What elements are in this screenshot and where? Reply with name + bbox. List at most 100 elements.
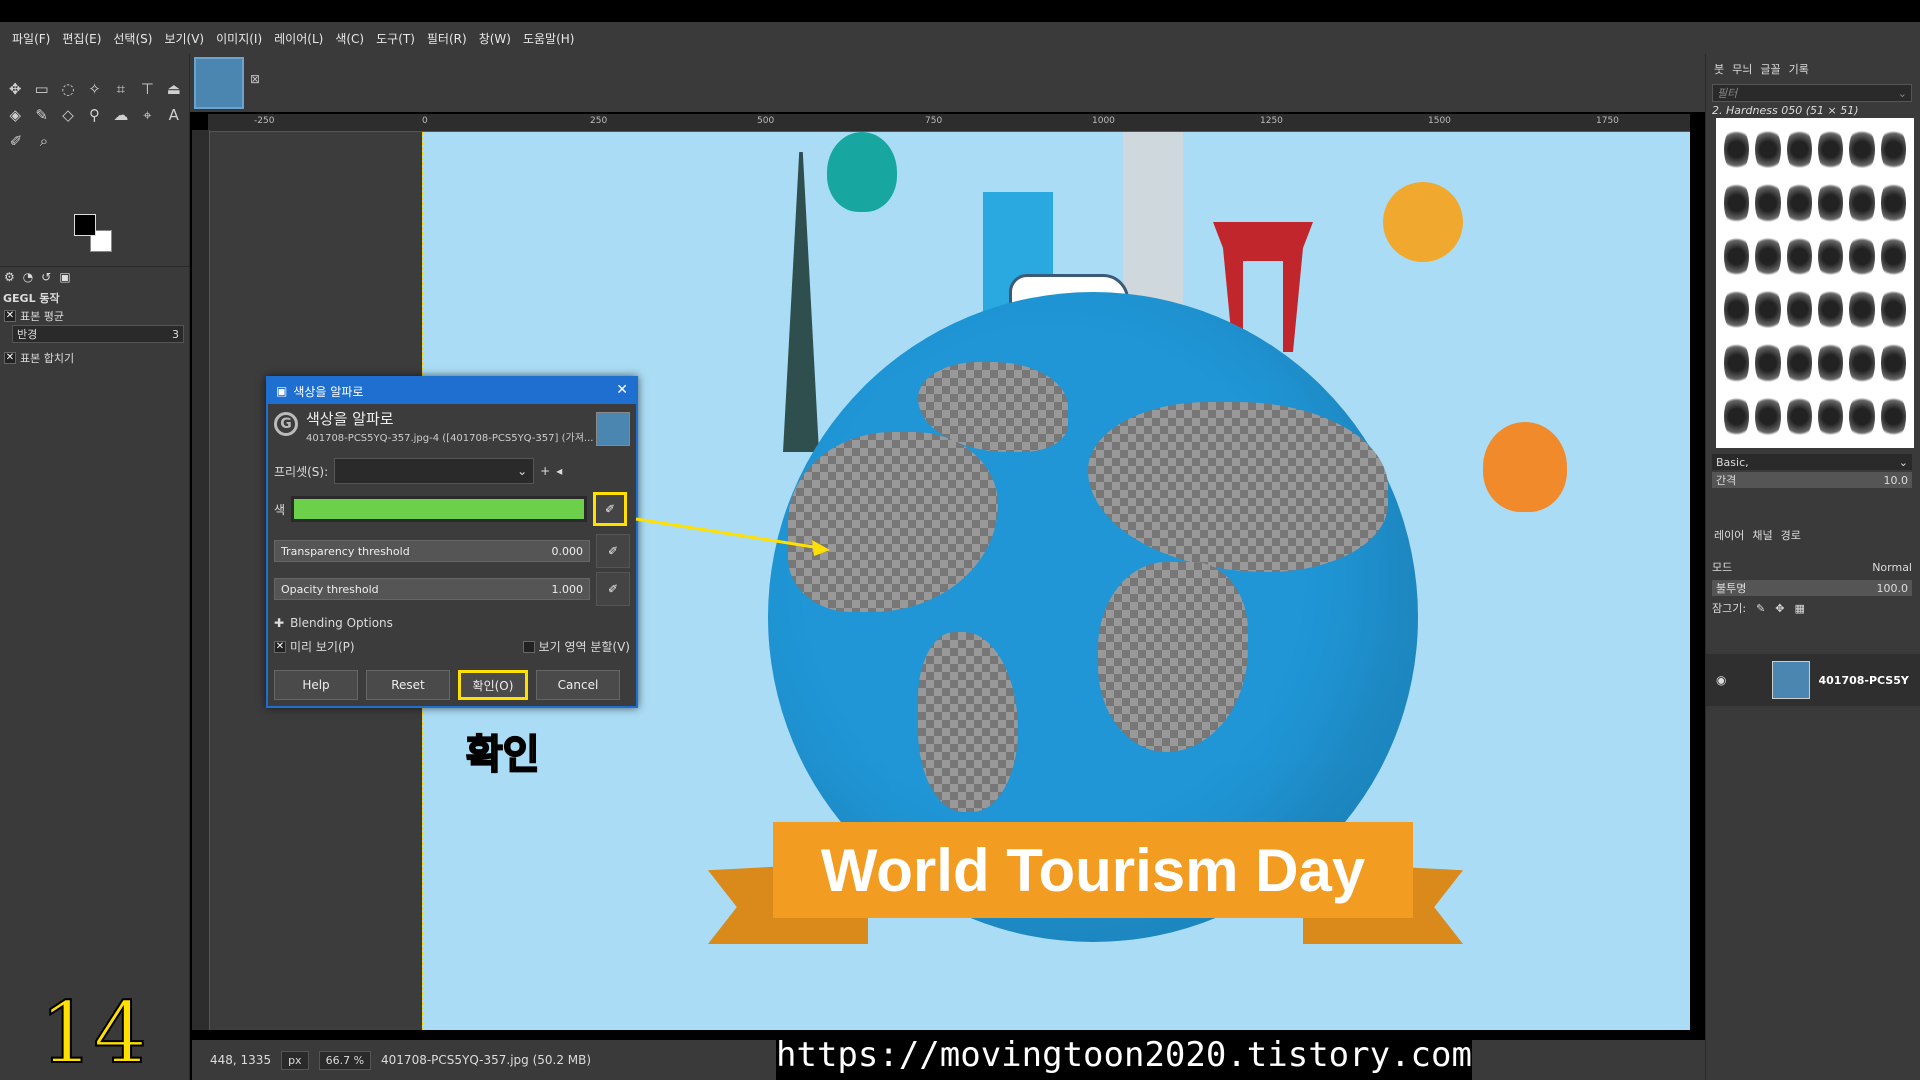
- unit-select[interactable]: px: [281, 1050, 309, 1070]
- rect-select-icon[interactable]: ▭: [32, 79, 50, 99]
- zoom-icon[interactable]: ⌕: [34, 131, 54, 151]
- tab-paths[interactable]: 경로: [1781, 527, 1801, 543]
- tab-history[interactable]: 기록: [1789, 61, 1809, 77]
- preview-checkbox[interactable]: ✕: [274, 640, 286, 653]
- layer-row[interactable]: ◉ 401708-PCS5Y: [1706, 654, 1920, 706]
- path-icon[interactable]: ⌖: [138, 105, 156, 125]
- brush-item[interactable]: [1786, 392, 1812, 440]
- brush-item[interactable]: [1880, 285, 1906, 334]
- brush-item[interactable]: [1818, 339, 1844, 387]
- foreground-color[interactable]: [74, 214, 96, 236]
- paintbrush-icon[interactable]: ✎: [32, 105, 50, 125]
- eraser-icon[interactable]: ◇: [59, 105, 77, 125]
- radius-spinner[interactable]: 반경 3: [12, 325, 184, 343]
- close-icon[interactable]: ✕: [616, 382, 628, 398]
- transparency-threshold-slider[interactable]: Transparency threshold 0.000: [274, 540, 590, 562]
- brush-preset-select[interactable]: Basic, ⌄: [1712, 454, 1912, 470]
- menu-layer[interactable]: 레이어(L): [268, 30, 329, 47]
- brush-item[interactable]: [1786, 232, 1812, 280]
- brush-item[interactable]: [1724, 232, 1750, 280]
- menu-colors[interactable]: 색(C): [329, 30, 370, 47]
- transform-icon[interactable]: ⊤: [138, 79, 156, 99]
- brush-item[interactable]: [1849, 126, 1875, 174]
- brush-item[interactable]: [1724, 179, 1750, 227]
- blending-options-row[interactable]: ✚ Blending Options: [274, 616, 634, 630]
- sample-average-row[interactable]: ✕ 표본 평균: [4, 308, 184, 324]
- tab-layers[interactable]: 레이어: [1714, 527, 1744, 543]
- opacity-threshold-slider[interactable]: Opacity threshold 1.000: [274, 578, 590, 600]
- brush-item[interactable]: [1880, 179, 1906, 227]
- brush-item[interactable]: [1818, 392, 1844, 440]
- lasso-icon[interactable]: ◌: [59, 79, 77, 99]
- menu-filters[interactable]: 필터(R): [421, 30, 473, 47]
- image-tab-thumbnail[interactable]: [194, 57, 244, 109]
- menu-tools[interactable]: 도구(T): [370, 30, 421, 47]
- eye-icon[interactable]: ◉: [1716, 673, 1726, 687]
- brush-item[interactable]: [1786, 339, 1812, 387]
- menu-help[interactable]: 도움말(H): [517, 30, 581, 47]
- fuzzy-select-icon[interactable]: ✧: [85, 79, 103, 99]
- color-picker-button[interactable]: ✐: [593, 492, 628, 526]
- brush-item[interactable]: [1786, 126, 1812, 174]
- help-button[interactable]: Help: [274, 670, 358, 700]
- brush-item[interactable]: [1880, 126, 1906, 174]
- tab-brushes[interactable]: 붓: [1714, 61, 1724, 77]
- split-view-checkbox[interactable]: [522, 640, 535, 653]
- brush-item[interactable]: [1849, 339, 1875, 387]
- menu-image[interactable]: 이미지(I): [210, 30, 268, 47]
- images-icon[interactable]: ▣: [59, 270, 70, 284]
- lock-alpha-icon[interactable]: ▦: [1795, 602, 1805, 615]
- brush-item[interactable]: [1755, 392, 1781, 440]
- menu-select[interactable]: 선택(S): [107, 30, 158, 47]
- dialog-titlebar[interactable]: ▣ 색상을 알파로: [268, 378, 636, 404]
- close-tab-icon[interactable]: ⊠: [250, 72, 260, 86]
- warp-icon[interactable]: ⏏: [165, 79, 183, 99]
- preset-menu-icon[interactable]: ◂: [556, 464, 562, 478]
- split-view-toggle[interactable]: 보기 영역 분할(V): [522, 638, 630, 655]
- device-status-icon[interactable]: ◔: [23, 270, 33, 284]
- brush-item[interactable]: [1755, 339, 1781, 387]
- bucket-fill-icon[interactable]: ◈: [6, 105, 24, 125]
- brush-item[interactable]: [1755, 285, 1781, 334]
- brush-item[interactable]: [1786, 285, 1812, 334]
- brush-item[interactable]: [1724, 126, 1750, 174]
- tool-options-icon[interactable]: ⚙: [4, 270, 15, 284]
- cancel-button[interactable]: Cancel: [536, 670, 620, 700]
- spacing-slider[interactable]: 간격 10.0: [1712, 472, 1912, 488]
- clone-icon[interactable]: ⚲: [85, 105, 103, 125]
- add-preset-icon[interactable]: +: [540, 464, 550, 478]
- brush-item[interactable]: [1724, 285, 1750, 334]
- chevron-down-icon[interactable]: ⌄: [1898, 87, 1907, 100]
- brush-item[interactable]: [1818, 232, 1844, 280]
- brush-item[interactable]: [1755, 126, 1781, 174]
- crop-icon[interactable]: ⌗: [112, 79, 130, 99]
- brush-item[interactable]: [1786, 179, 1812, 227]
- color-picker-icon[interactable]: ✐: [6, 131, 26, 151]
- tab-fonts[interactable]: 글꼴: [1760, 61, 1780, 77]
- brush-item[interactable]: [1849, 232, 1875, 280]
- layer-mode-row[interactable]: 모드 Normal: [1712, 556, 1912, 578]
- lock-position-icon[interactable]: ✥: [1775, 602, 1784, 615]
- brush-item[interactable]: [1818, 285, 1844, 334]
- sample-average-checkbox[interactable]: ✕: [4, 310, 16, 322]
- tab-patterns[interactable]: 무늬: [1732, 61, 1752, 77]
- preview-toggle[interactable]: ✕ 미리 보기(P): [274, 638, 355, 655]
- lock-pixels-icon[interactable]: ✎: [1756, 602, 1765, 615]
- zoom-select[interactable]: 66.7 %: [318, 1050, 372, 1070]
- brush-item[interactable]: [1755, 232, 1781, 280]
- color-button[interactable]: [291, 496, 588, 522]
- brush-item[interactable]: [1724, 392, 1750, 440]
- layer-opacity-slider[interactable]: 불투명 100.0: [1712, 580, 1912, 596]
- ok-button[interactable]: 확인(O): [458, 670, 528, 700]
- brush-item[interactable]: [1880, 232, 1906, 280]
- sample-merged-row[interactable]: ✕ 표본 합치기: [4, 350, 184, 366]
- reset-button[interactable]: Reset: [366, 670, 450, 700]
- expander-icon[interactable]: ✚: [274, 616, 284, 630]
- text-tool-icon[interactable]: A: [165, 105, 183, 125]
- brush-item[interactable]: [1818, 126, 1844, 174]
- opacity-picker-button[interactable]: ✐: [596, 572, 630, 606]
- chevron-down-icon[interactable]: ⌄: [1899, 456, 1908, 469]
- menu-view[interactable]: 보기(V): [158, 30, 210, 47]
- undo-history-icon[interactable]: ↺: [41, 270, 51, 284]
- menu-edit[interactable]: 편집(E): [56, 30, 107, 47]
